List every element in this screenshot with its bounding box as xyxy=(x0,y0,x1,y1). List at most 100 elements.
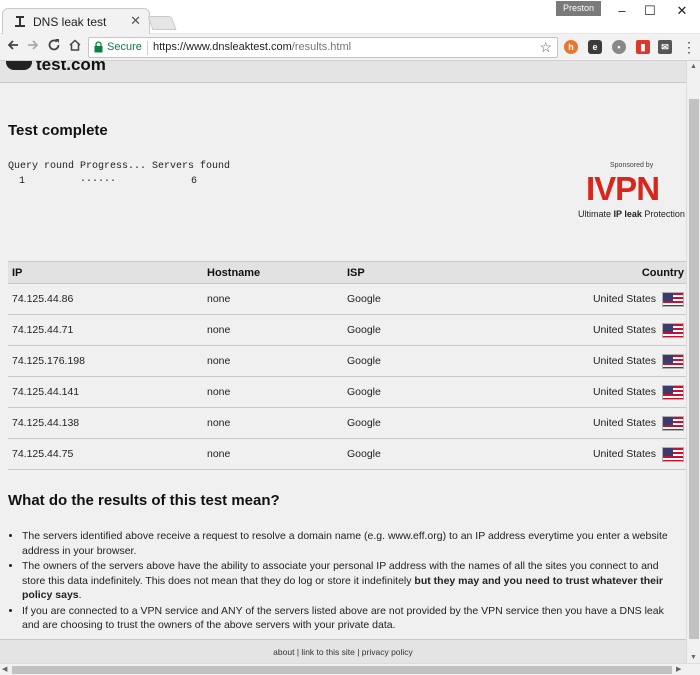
results-explanation-title: What do the results of this test mean? xyxy=(8,492,280,509)
cell-isp: Google xyxy=(343,376,543,408)
us-flag-icon xyxy=(662,353,684,369)
reload-icon[interactable] xyxy=(45,38,63,56)
close-window-button[interactable]: ✕ xyxy=(672,3,692,19)
cell-country: United States xyxy=(543,314,686,346)
horizontal-scroll-thumb[interactable] xyxy=(12,666,672,674)
us-flag-icon xyxy=(662,415,684,431)
cell-isp: Google xyxy=(343,345,543,377)
column-header-country: Country xyxy=(543,261,686,284)
footer-about-link[interactable]: about xyxy=(273,647,294,657)
cell-ip: 74.125.44.71 xyxy=(8,314,203,346)
menu-icon[interactable]: ⋮ xyxy=(680,38,698,56)
cell-country: United States xyxy=(543,407,686,439)
forward-icon[interactable] xyxy=(24,38,42,56)
sponsor-tagline: Ultimate IP leak Protection xyxy=(578,209,685,219)
footer-privacy-link[interactable]: privacy policy xyxy=(362,647,413,657)
minimize-button[interactable]: – xyxy=(612,3,632,19)
extension-evernote-icon[interactable]: e xyxy=(588,40,602,54)
scroll-down-arrow-icon[interactable]: ▼ xyxy=(690,654,697,661)
horizontal-scrollbar[interactable]: ◀ ▶ xyxy=(0,663,700,675)
list-item: If you are connected to a VPN service an… xyxy=(22,604,684,633)
cell-hostname: none xyxy=(203,314,343,346)
country-name: United States xyxy=(592,417,656,429)
vertical-scroll-thumb[interactable] xyxy=(689,99,699,639)
table-row: 74.125.44.86 none Google United States xyxy=(8,283,686,315)
country-name: United States xyxy=(592,293,656,305)
cell-hostname: none xyxy=(203,407,343,439)
star-icon[interactable]: ☆ xyxy=(539,39,552,56)
cell-hostname: none xyxy=(203,438,343,470)
cell-ip: 74.125.44.75 xyxy=(8,438,203,470)
cell-ip: 74.125.44.86 xyxy=(8,283,203,315)
scroll-right-arrow-icon[interactable]: ▶ xyxy=(676,665,681,673)
cell-ip: 74.125.44.141 xyxy=(8,376,203,408)
home-icon[interactable] xyxy=(66,38,84,56)
progress-servers-found: 6 xyxy=(191,176,198,187)
list-item: The servers identified above receive a r… xyxy=(22,529,684,558)
extension-honey-icon[interactable]: h xyxy=(564,40,578,54)
table-row: 74.125.44.75 none Google United States xyxy=(8,438,686,470)
footer-separator: | xyxy=(296,647,300,657)
title-bar: DNS leak test ✕ Preston – ☐ ✕ xyxy=(0,0,700,35)
cell-country: United States xyxy=(543,438,686,470)
back-icon[interactable] xyxy=(4,38,22,56)
table-row: 74.125.44.138 none Google United States xyxy=(8,407,686,439)
footer-separator: | xyxy=(357,647,360,657)
column-header-ip: IP xyxy=(8,261,203,284)
us-flag-icon xyxy=(662,322,684,338)
results-table: IP Hostname ISP Country 74.125.44.86 non… xyxy=(8,261,686,470)
cell-ip: 74.125.44.138 xyxy=(8,407,203,439)
url-text[interactable]: https://www.dnsleaktest.com/results.html xyxy=(153,41,351,53)
scroll-left-arrow-icon[interactable]: ◀ xyxy=(2,665,7,673)
cell-isp: Google xyxy=(343,283,543,315)
tab-title: DNS leak test xyxy=(33,15,107,29)
tab-close-icon[interactable]: ✕ xyxy=(130,13,141,29)
cell-ip: 74.125.176.198 xyxy=(8,345,203,377)
tab-dns-leak-test[interactable]: DNS leak test ✕ xyxy=(2,8,150,35)
profile-button[interactable]: Preston xyxy=(556,1,602,16)
cell-country: United States xyxy=(543,345,686,377)
progress-header: Query round Progress... Servers found xyxy=(8,161,231,172)
site-logo-text[interactable]: test.com xyxy=(36,61,106,75)
sponsor-tagline-bold: IP leak xyxy=(613,209,642,219)
page-content: test.com Test complete Query round Progr… xyxy=(0,61,686,663)
cell-isp: Google xyxy=(343,438,543,470)
us-flag-icon xyxy=(662,291,684,307)
address-bar[interactable]: Secure https://www.dnsleaktest.com/resul… xyxy=(88,37,558,58)
explanation-list: The servers identified above receive a r… xyxy=(22,529,684,634)
extension-bookmark-icon[interactable]: ▮ xyxy=(636,40,650,54)
omnibox-separator xyxy=(147,41,148,55)
cell-country: United States xyxy=(543,283,686,315)
table-row: 74.125.176.198 none Google United States xyxy=(8,345,686,377)
country-name: United States xyxy=(592,324,656,336)
cell-hostname: none xyxy=(203,376,343,408)
extension-mail-icon[interactable]: ✉ xyxy=(658,40,672,54)
sponsor-logo[interactable]: IVPN xyxy=(586,171,660,207)
secure-label: Secure xyxy=(107,41,142,53)
progress-dots: ...... xyxy=(80,174,117,185)
column-header-isp: ISP xyxy=(343,261,543,284)
cell-hostname: none xyxy=(203,345,343,377)
new-tab-button[interactable] xyxy=(147,16,177,30)
country-name: United States xyxy=(592,386,656,398)
cell-country: United States xyxy=(543,376,686,408)
url-path: /results.html xyxy=(291,41,352,53)
extension-chat-icon[interactable]: • xyxy=(612,40,626,54)
footer-link-to-site[interactable]: link to this site xyxy=(301,647,354,657)
vertical-scrollbar[interactable]: ▲ ▼ xyxy=(686,61,700,663)
favicon-icon xyxy=(13,15,27,29)
maximize-button[interactable]: ☐ xyxy=(640,3,660,19)
table-row: 74.125.44.141 none Google United States xyxy=(8,376,686,408)
sponsor-tagline-prefix: Ultimate xyxy=(578,209,614,219)
scroll-up-arrow-icon[interactable]: ▲ xyxy=(690,63,697,70)
cell-hostname: none xyxy=(203,283,343,315)
list-item: The owners of the servers above have the… xyxy=(22,559,684,603)
site-footer: about | link to this site | privacy poli… xyxy=(0,639,686,663)
cell-isp: Google xyxy=(343,314,543,346)
country-name: United States xyxy=(592,448,656,460)
cell-isp: Google xyxy=(343,407,543,439)
us-flag-icon xyxy=(662,446,684,462)
sponsor-tagline-suffix: Protection xyxy=(641,209,685,219)
page-title: Test complete xyxy=(8,122,108,139)
us-flag-icon xyxy=(662,384,684,400)
